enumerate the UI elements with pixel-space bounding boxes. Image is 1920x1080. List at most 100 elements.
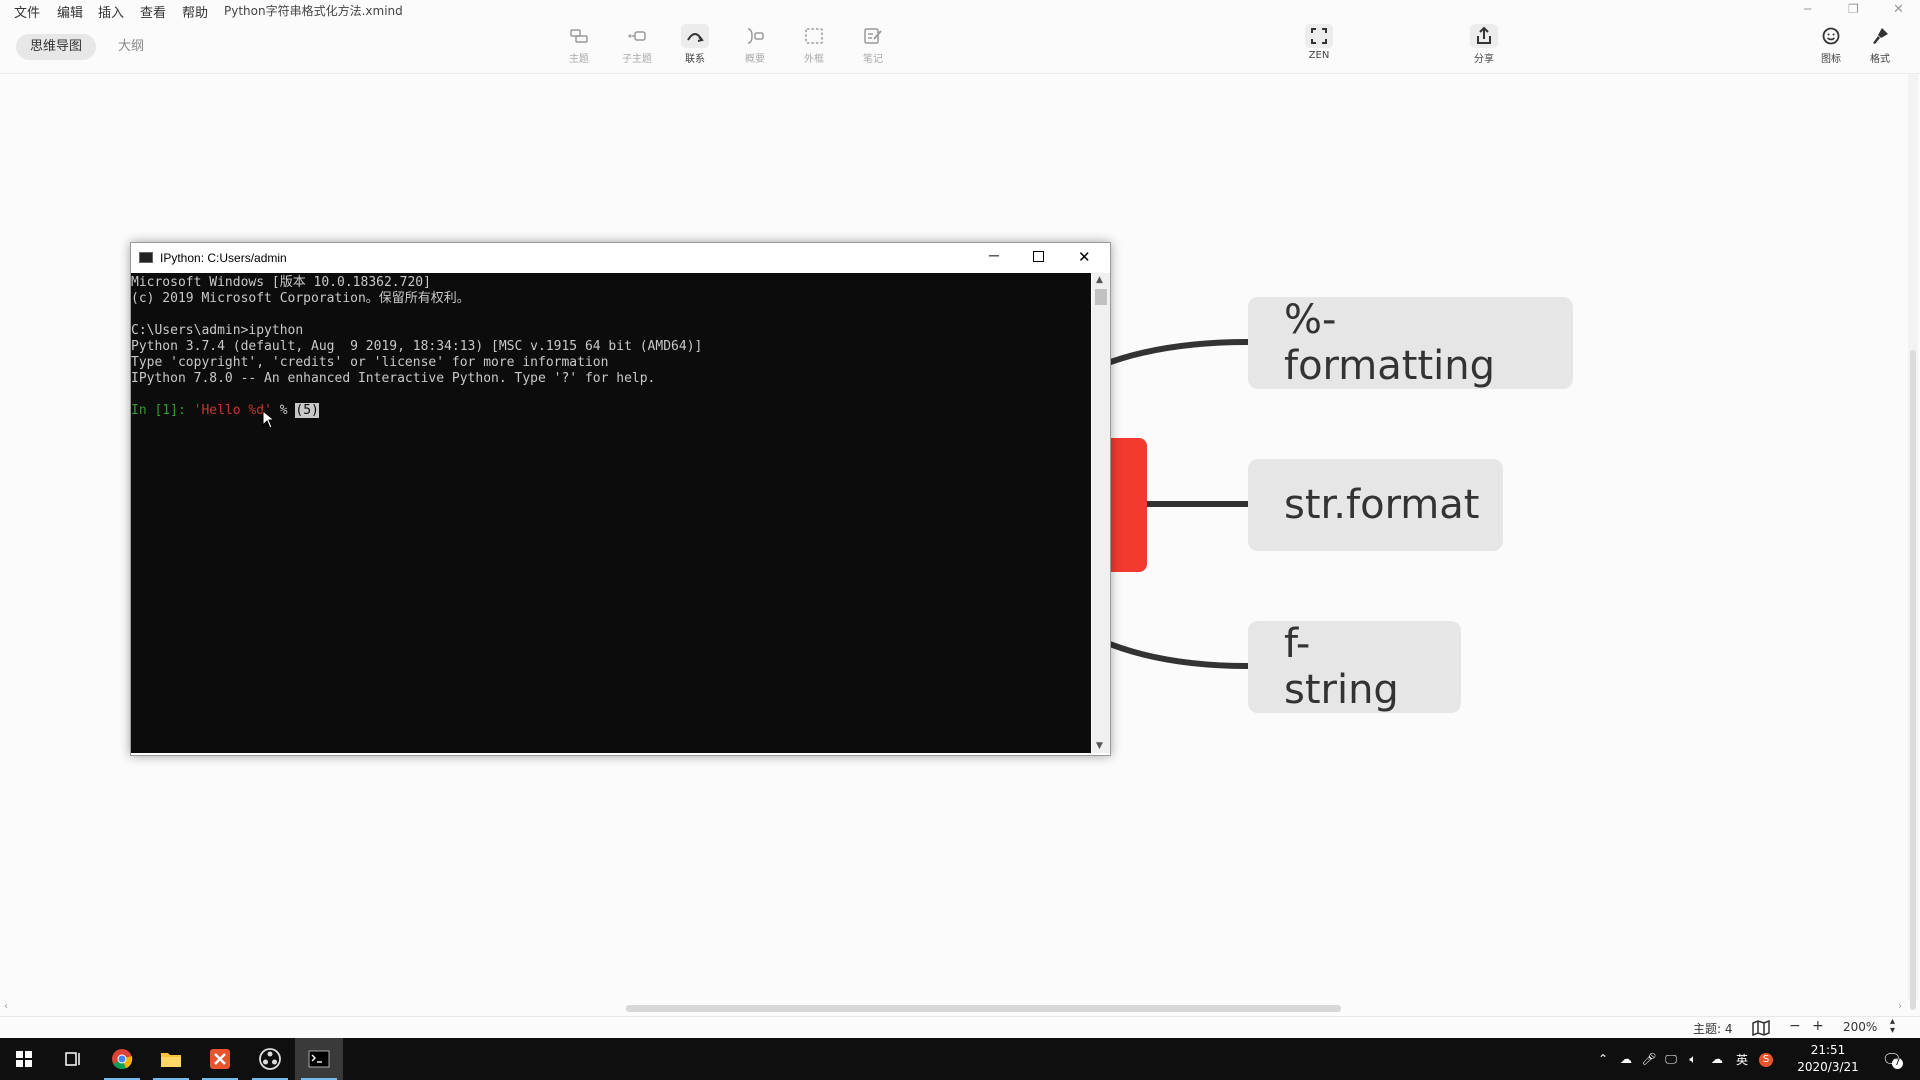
zen-label: ZEN — [1308, 50, 1330, 61]
taskbar-obs[interactable] — [246, 1038, 294, 1080]
minimize-icon[interactable]: ─ — [1804, 2, 1811, 16]
taskbar-xmind[interactable] — [196, 1038, 244, 1080]
status-bar: 主题: 4 − + 200% ▴ ▾ — [0, 1016, 1920, 1039]
cloud-icon[interactable]: ☁ — [1614, 1052, 1638, 1066]
zoom-level[interactable]: 200% — [1843, 1020, 1877, 1034]
taskbar-console[interactable] — [295, 1038, 343, 1080]
boundary-button[interactable]: 外框 — [786, 24, 842, 65]
clock-date: 2020/3/21 — [1797, 1060, 1859, 1074]
topic-count: 主题: 4 — [1693, 1022, 1733, 1036]
folder-icon — [161, 1053, 181, 1067]
note-button[interactable]: 笔记 — [845, 24, 901, 65]
action-center-button[interactable]: 🗨︎ 7 — [1872, 1038, 1912, 1080]
notification-icon: 🗨︎ 7 — [1881, 1049, 1903, 1069]
note-icon — [864, 28, 882, 44]
console-line: IPython 7.8.0 -- An enhanced Interactive… — [131, 371, 656, 386]
canvas-hscrollbar[interactable]: ‹ › — [0, 1000, 1910, 1016]
topic-icon — [570, 29, 588, 43]
microphone-icon[interactable]: 🎤︎ — [1638, 1052, 1660, 1066]
xmind-icon — [210, 1049, 230, 1069]
chevron-up-icon[interactable]: ⌃ — [1592, 1052, 1614, 1066]
hscroll-left-icon[interactable]: ‹ — [4, 1001, 8, 1012]
tab-mindmap[interactable]: 思维导图 — [16, 34, 97, 60]
notification-count: 7 — [1891, 1057, 1903, 1069]
close-icon[interactable]: ✕ — [1893, 2, 1904, 17]
console-line: Microsoft Windows [版本 10.0.18362.720] — [131, 275, 431, 290]
menu-insert[interactable]: 插入 — [98, 2, 124, 21]
clock[interactable]: 21:51 2020/3/21 — [1788, 1038, 1868, 1080]
console-scrollbar[interactable]: ▲ ▼ — [1092, 273, 1110, 753]
subtopic-icon — [628, 31, 646, 41]
input-string-literal: 'Hello %d' — [193, 403, 272, 418]
menu-help[interactable]: 帮助 — [182, 2, 208, 21]
relationship-button[interactable]: 联系 — [667, 24, 723, 65]
console-line: (c) 2019 Microsoft Corporation。保留所有权利。 — [131, 291, 470, 306]
taskbar: ⌃ ☁ 🎤︎ 🖵︎ 🔈︎ ☁ 英 S 21:51 2020/3/21 🗨︎ 7 — [0, 1038, 1920, 1080]
scroll-up-icon[interactable]: ▲ — [1096, 275, 1103, 285]
console-output[interactable]: Microsoft Windows [版本 10.0.18362.720] (c… — [131, 273, 1091, 753]
share-icon — [1477, 26, 1491, 44]
summary-label: 概要 — [745, 54, 765, 65]
sogou-input-icon[interactable]: S — [1754, 1051, 1778, 1067]
menu-edit[interactable]: 编辑 — [57, 2, 83, 21]
brush-icon — [1873, 28, 1888, 44]
clock-time: 21:51 — [1810, 1043, 1846, 1057]
terminal-icon — [308, 1050, 330, 1068]
volume-icon[interactable]: 🔈︎ — [1682, 1052, 1704, 1067]
share-label: 分享 — [1474, 54, 1494, 65]
share-button[interactable]: 分享 — [1456, 24, 1512, 65]
zen-button[interactable]: ZEN — [1291, 24, 1347, 61]
restore-icon[interactable]: ❐ — [1848, 2, 1859, 16]
console-app-icon — [139, 252, 153, 263]
start-button[interactable] — [0, 1038, 48, 1080]
system-tray: ⌃ ☁ 🎤︎ 🖵︎ 🔈︎ ☁ 英 S — [1592, 1038, 1778, 1080]
topic-percent-formatting[interactable]: %-formatting — [1248, 297, 1573, 389]
topic-f-string[interactable]: f-string — [1248, 621, 1461, 713]
console-window[interactable]: IPython: C:Users/admin ─ ✕ Microsoft Win… — [130, 242, 1111, 756]
console-minimize-icon[interactable]: ─ — [989, 247, 999, 263]
menu-view[interactable]: 查看 — [140, 2, 166, 21]
format-label: 格式 — [1870, 54, 1890, 65]
console-line: Type 'copyright', 'credits' or 'license'… — [131, 355, 609, 370]
ime-indicator[interactable]: 英 — [1730, 1051, 1754, 1068]
hscroll-thumb[interactable] — [626, 1005, 1341, 1012]
console-title: IPython: C:Users/admin — [160, 251, 287, 265]
zoom-out-button[interactable]: − — [1789, 1018, 1801, 1034]
zoom-stepper-icon[interactable]: ▴ ▾ — [1890, 1017, 1895, 1036]
taskbar-file-explorer[interactable] — [147, 1038, 195, 1080]
hscroll-right-icon[interactable]: › — [1898, 1001, 1902, 1012]
tab-outline[interactable]: 大纲 — [104, 34, 158, 60]
icons-button[interactable]: 图标 — [1803, 24, 1859, 65]
obs-icon — [259, 1048, 281, 1070]
topic-label: 主题 — [569, 54, 589, 65]
format-button[interactable]: 格式 — [1852, 24, 1908, 65]
onedrive-icon[interactable]: ☁ — [1704, 1052, 1730, 1066]
task-view-button[interactable] — [48, 1038, 96, 1080]
console-scroll-thumb[interactable] — [1095, 289, 1107, 305]
taskbar-chrome[interactable] — [98, 1038, 146, 1080]
console-close-icon[interactable]: ✕ — [1078, 248, 1091, 266]
boundary-label: 外框 — [804, 54, 824, 65]
relationship-label: 联系 — [685, 54, 705, 65]
vscroll-thumb[interactable] — [1910, 350, 1916, 1010]
mouse-cursor-icon — [262, 410, 276, 429]
canvas-vscrollbar[interactable] — [1908, 74, 1918, 1010]
icons-label: 图标 — [1821, 54, 1841, 65]
zoom-in-button[interactable]: + — [1812, 1018, 1824, 1034]
windows-icon — [16, 1051, 32, 1067]
subtopic-label: 子主题 — [622, 54, 652, 65]
console-titlebar[interactable]: IPython: C:Users/admin ─ ✕ — [131, 243, 1110, 273]
input-line[interactable]: In [1]: 'Hello %d' % (5) — [131, 403, 319, 419]
console-maximize-icon[interactable] — [1033, 251, 1044, 262]
console-line: Python 3.7.4 (default, Aug 9 2019, 18:34… — [131, 339, 703, 354]
topic-button[interactable]: 主题 — [551, 24, 607, 65]
boundary-icon — [805, 28, 823, 44]
summary-button[interactable]: 概要 — [727, 24, 783, 65]
network-icon[interactable]: 🖵︎ — [1660, 1052, 1682, 1067]
menu-file[interactable]: 文件 — [14, 2, 40, 21]
subtopic-button[interactable]: 子主题 — [609, 24, 665, 65]
scroll-down-icon[interactable]: ▼ — [1096, 741, 1103, 751]
map-view-icon[interactable] — [1752, 1020, 1770, 1036]
topic-str-format[interactable]: str.format — [1248, 459, 1503, 551]
console-line: C:\Users\admin>ipython — [131, 323, 304, 338]
